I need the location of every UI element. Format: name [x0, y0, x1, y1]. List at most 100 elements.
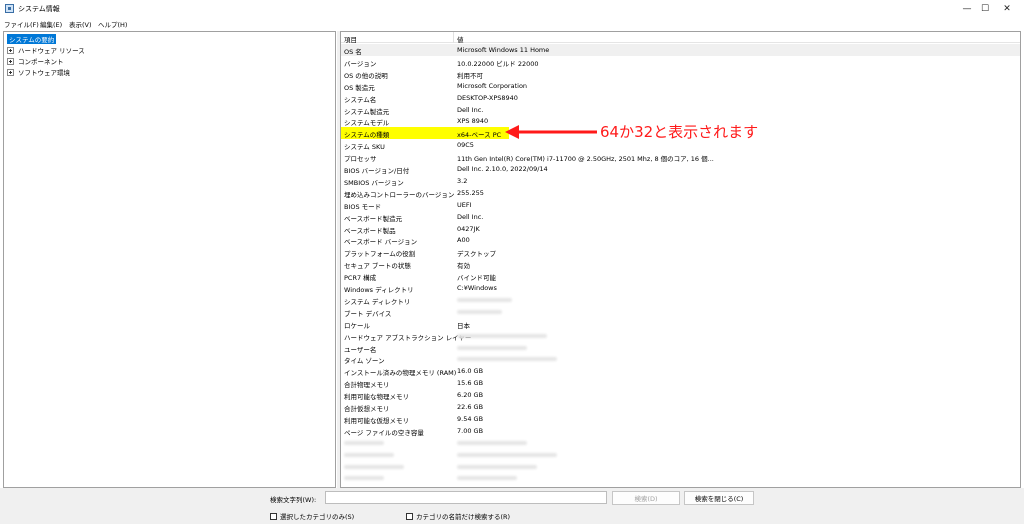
table-row[interactable]: システム ディレクトリ — [341, 294, 1020, 306]
table-row[interactable]: ユーザー名 — [341, 342, 1020, 354]
table-row[interactable]: 利用可能な仮想メモリ 9.54 GB — [341, 413, 1020, 425]
tree-item-system-summary[interactable]: システムの要約 — [7, 34, 57, 44]
row-item-cell: Windows ディレクトリ — [344, 286, 414, 294]
row-value-cell — [457, 332, 547, 340]
row-item-cell: システム製造元 — [344, 107, 390, 116]
find-button[interactable]: 検索(D) — [612, 491, 680, 505]
row-item-cell: 利用可能な仮想メモリ — [344, 416, 409, 425]
checkbox-label: 選択したカテゴリのみ(S) — [280, 513, 355, 521]
details-list[interactable]: 項目 値 OS 名 Microsoft Windows 11 Home バージョン 1… — [340, 31, 1021, 488]
menu-edit[interactable]: 編集(E) — [40, 19, 62, 29]
category-tree[interactable]: システムの要約 ハードウェア リソース コンポーネント ソフトウェア環境 — [3, 31, 336, 488]
table-row[interactable]: OS 名 Microsoft Windows 11 Home — [341, 44, 1020, 56]
table-row[interactable]: ページ ファイルの空き容量 7.00 GB — [341, 425, 1020, 437]
table-row[interactable]: OS の他の説明 利用不可 — [341, 68, 1020, 80]
tree-item-label: ソフトウェア環境 — [18, 69, 70, 77]
table-row[interactable]: 合計仮想メモリ 22.6 GB — [341, 401, 1020, 413]
row-item-cell: PCR7 構成 — [344, 274, 377, 283]
row-item-cell: システムの種類 — [344, 131, 390, 140]
redacted-text — [457, 452, 557, 457]
row-value-cell — [457, 296, 512, 304]
expand-icon[interactable] — [7, 68, 14, 76]
category-names-checkbox[interactable]: カテゴリの名前だけ検索する(R) — [406, 511, 510, 521]
table-row[interactable]: PCR7 構成 バインド可能 — [341, 270, 1020, 282]
table-row[interactable]: 埋め込みコントローラーのバージョン 255.255 — [341, 187, 1020, 199]
table-row[interactable]: ロケール 日本 — [341, 318, 1020, 330]
search-label: 検索文字列(W): — [270, 496, 317, 504]
menu-view[interactable]: 表示(V) — [69, 19, 92, 29]
tree-item-software-environment[interactable]: ソフトウェア環境 — [7, 67, 70, 77]
table-row[interactable]: ベースボード製造元 Dell Inc. — [341, 211, 1020, 223]
row-item-cell: OS 名 — [344, 48, 362, 56]
row-item-cell: OS の他の説明 — [344, 71, 388, 80]
row-item-cell: バージョン — [344, 59, 377, 68]
row-item-cell: ベースボード製造元 — [344, 214, 403, 223]
table-row[interactable]: BIOS バージョン/日付 Dell Inc. 2.10.0, 2022/09/1… — [341, 163, 1020, 175]
selected-category-checkbox[interactable]: 選択したカテゴリのみ(S) — [270, 511, 354, 521]
table-row[interactable]: BIOS モード UEFI — [341, 199, 1020, 211]
table-row[interactable]: タイム ゾーン — [341, 353, 1020, 365]
checkbox-icon[interactable] — [406, 512, 413, 520]
table-row[interactable]: プラットフォームの役割 デスクトップ — [341, 246, 1020, 258]
table-row[interactable]: OS 製造元 Microsoft Corporation — [341, 80, 1020, 92]
table-row[interactable]: システム製造元 Dell Inc. — [341, 104, 1020, 116]
expand-icon[interactable] — [7, 46, 14, 54]
row-value-cell: A00 — [457, 236, 470, 245]
tree-item-components[interactable]: コンポーネント — [7, 56, 64, 66]
row-item-cell: OS 製造元 — [344, 83, 375, 92]
row-value-cell: 09C5 — [457, 141, 474, 150]
table-row[interactable]: ベースボード バージョン A00 — [341, 234, 1020, 246]
row-value-cell: x64-ベース PC — [457, 131, 502, 140]
table-row[interactable]: ベースボード製品 0427JK — [341, 223, 1020, 235]
table-row[interactable] — [341, 472, 1020, 484]
table-row[interactable]: ブート デバイス — [341, 306, 1020, 318]
expand-icon[interactable] — [7, 57, 14, 65]
row-value-cell: 11th Gen Intel(R) Core(TM) i7-11700 @ 2.… — [457, 155, 714, 164]
menu-file[interactable]: ファイル(F) — [4, 19, 39, 29]
table-row[interactable]: 利用可能な物理メモリ 6.20 GB — [341, 389, 1020, 401]
row-value-cell: 16.0 GB — [457, 367, 484, 376]
row-value-cell: UEFI — [457, 200, 472, 209]
table-row[interactable] — [341, 461, 1020, 473]
table-row[interactable]: バージョン 10.0.22000 ビルド 22000 — [341, 56, 1020, 68]
column-divider[interactable] — [453, 32, 454, 43]
row-value-cell — [457, 451, 557, 459]
table-row[interactable]: ハードウェア アブストラクション レイヤー — [341, 330, 1020, 342]
table-row[interactable]: 合計物理メモリ 15.6 GB — [341, 377, 1020, 389]
tree-item-hardware-resources[interactable]: ハードウェア リソース — [7, 45, 85, 55]
column-header-value[interactable]: 値 — [457, 34, 464, 44]
redacted-text — [457, 309, 502, 314]
row-value-cell: Dell Inc. 2.10.0, 2022/09/14 — [457, 165, 548, 173]
row-item-cell: ロケール — [344, 321, 370, 330]
table-row[interactable] — [341, 449, 1020, 461]
table-row[interactable] — [341, 437, 1020, 449]
checkbox-icon[interactable] — [270, 512, 277, 520]
checkbox-label: カテゴリの名前だけ検索する(R) — [416, 513, 511, 521]
close-button[interactable]: ✕ — [990, 0, 1024, 17]
table-row[interactable]: システム名 DESKTOP-XPS8940 — [341, 92, 1020, 104]
row-value-cell: DESKTOP-XPS8940 — [457, 93, 518, 102]
row-item-cell: システム ディレクトリ — [344, 297, 411, 306]
search-input[interactable] — [325, 491, 607, 504]
row-value-cell: 7.00 GB — [457, 426, 484, 435]
row-item-cell: システム SKU — [344, 143, 385, 152]
row-value-cell: 255.255 — [457, 188, 484, 197]
row-value-cell: 15.6 GB — [457, 379, 484, 388]
table-row[interactable]: SMBIOS バージョン 3.2 — [341, 175, 1020, 187]
row-item-cell — [344, 451, 394, 459]
list-header: 項目 値 — [341, 32, 1020, 44]
table-row[interactable]: インストール済みの物理メモリ (RAM) 16.0 GB — [341, 365, 1020, 377]
row-value-cell: Dell Inc. — [457, 212, 484, 221]
row-item-cell: SMBIOS バージョン — [344, 178, 404, 187]
column-header-item[interactable]: 項目 — [344, 34, 357, 44]
table-row[interactable]: プロセッサ 11th Gen Intel(R) Core(TM) i7-11700… — [341, 151, 1020, 163]
table-row[interactable]: Windows ディレクトリ C:¥Windows — [341, 282, 1020, 294]
row-value-cell: 22.6 GB — [457, 403, 484, 411]
row-item-cell: ブート デバイス — [344, 309, 392, 318]
redacted-text — [457, 345, 527, 350]
table-row[interactable]: セキュア ブートの状態 有効 — [341, 258, 1020, 270]
close-find-button[interactable]: 検索を閉じる(C) — [684, 491, 754, 505]
row-item-cell: ハードウェア アブストラクション レイヤー — [344, 333, 472, 342]
menu-help[interactable]: ヘルプ(H) — [98, 19, 127, 29]
redacted-text — [344, 452, 394, 457]
